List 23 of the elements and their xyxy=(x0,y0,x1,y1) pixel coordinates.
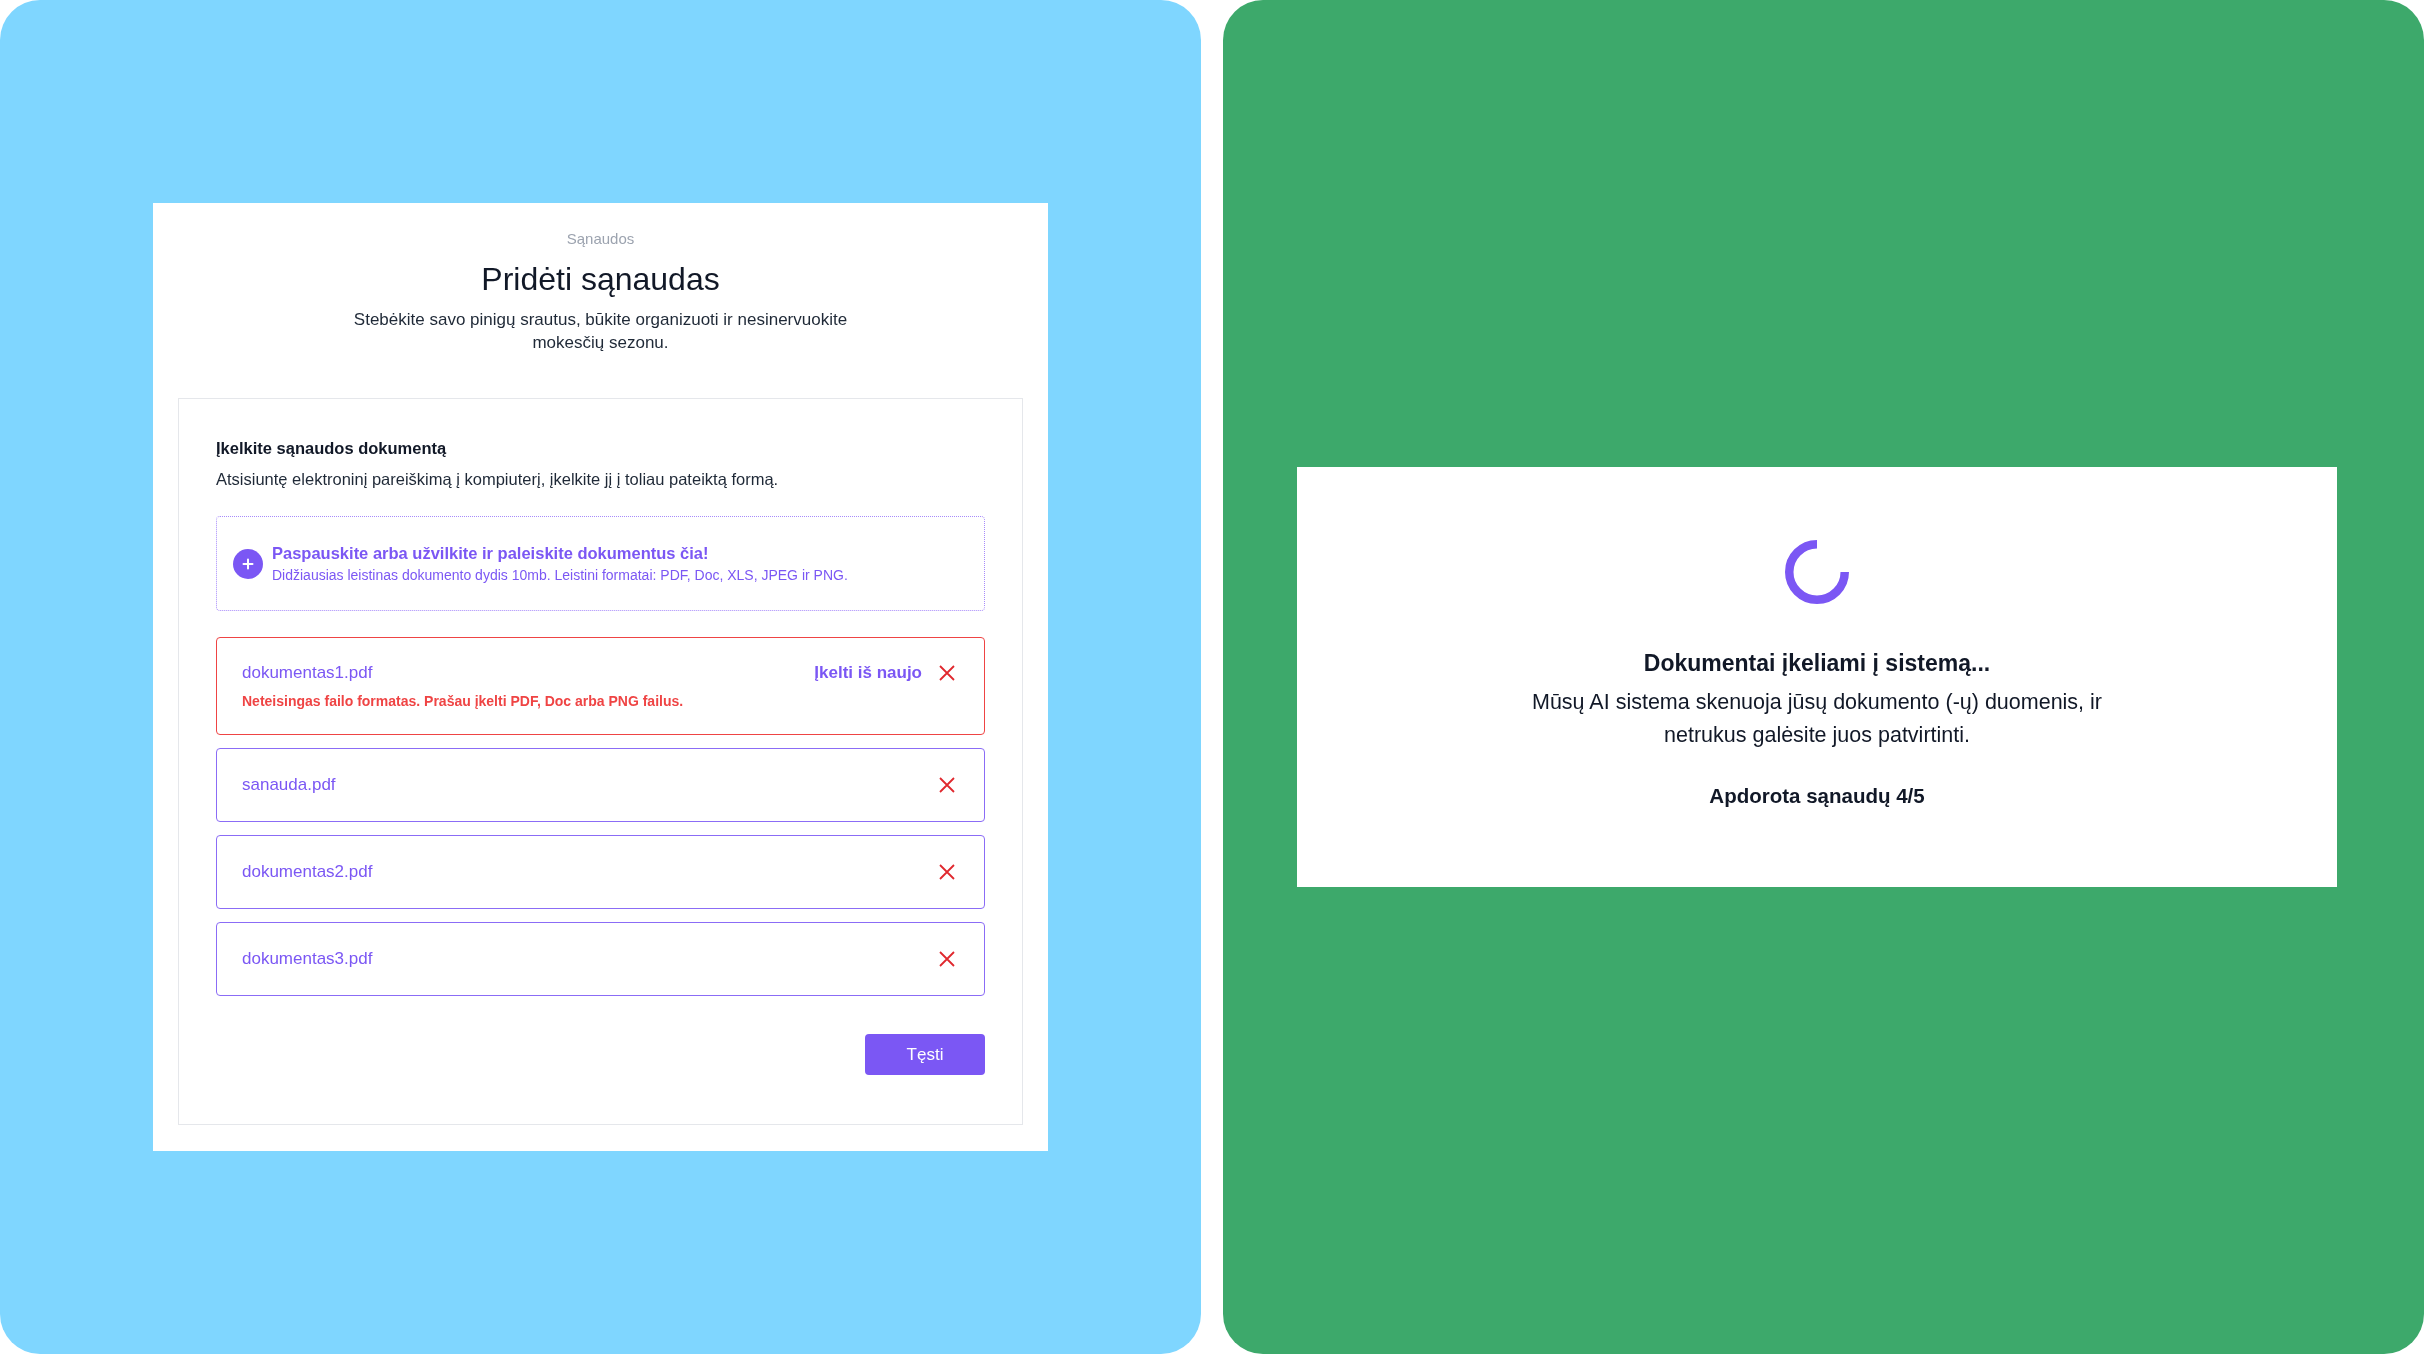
section-heading: Įkelkite sąnaudos dokumentą xyxy=(216,438,448,459)
reupload-link[interactable]: Įkelti iš naujo xyxy=(814,662,922,684)
plus-icon xyxy=(233,548,263,579)
progress-count: Apdorota sąnaudų 4/5 xyxy=(1709,783,1925,809)
file-name: dokumentas1.pdf xyxy=(242,662,373,684)
breadcrumb: Sąnaudos xyxy=(566,229,635,249)
dropzone-prompt: Paspauskite arba užvilkite ir paleiskite dokumentus čia! xyxy=(272,542,710,564)
continue-button[interactable]: Tęsti xyxy=(865,1034,985,1075)
dropzone-hint: Didžiausias leistinas dokumento dydis 10mb. Leistini formatai: PDF, Doc, XLS, JPEG ir PNG. xyxy=(272,565,848,585)
file-name: sanauda.pdf xyxy=(242,774,336,796)
file-name: dokumentas2.pdf xyxy=(242,861,373,883)
close-icon[interactable] xyxy=(939,864,955,880)
processing-title: Dokumentai įkeliami į sistemą... xyxy=(1643,649,1991,678)
close-icon[interactable] xyxy=(939,777,955,793)
page-subtitle: Stebėkite savo pinigų srautus, būkite organizuoti ir nesinervuokite mokesčių sezonu. xyxy=(352,309,849,354)
page-title: Pridėti sąnaudas xyxy=(481,260,720,298)
processing-message: Mūsų AI sistema skenuoja jūsų dokumento (-ų) duomenis, ir netrukus galėsite juos patvirtinti. xyxy=(1531,689,2103,749)
close-icon[interactable] xyxy=(939,665,955,681)
section-description: Atsisiuntę elektroninį pareiškimą į kompiuterį, įkelkite jį į toliau pateiktą formą. xyxy=(216,469,780,490)
file-name: dokumentas3.pdf xyxy=(242,948,373,970)
close-icon[interactable] xyxy=(939,951,955,967)
error-message: Neteisingas failo formatas. Prašau įkelti PDF, Doc arba PNG failus. xyxy=(242,692,685,711)
spinner-icon xyxy=(1785,540,1849,604)
